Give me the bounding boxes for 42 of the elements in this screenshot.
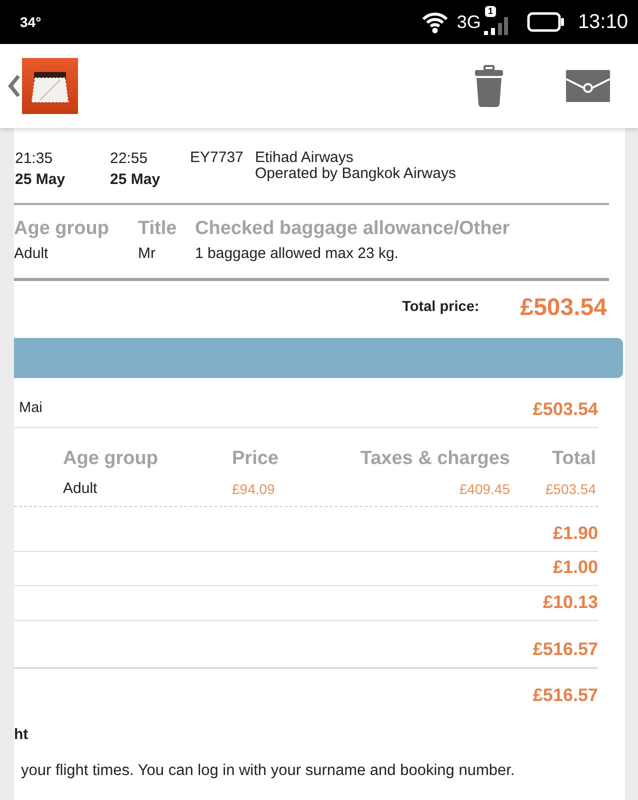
- grand-total-amount: £516.57: [532, 684, 598, 706]
- column-header: Total: [552, 448, 596, 469]
- subtotal-amount: £516.57: [532, 638, 598, 660]
- section-heading: ht: [14, 726, 28, 743]
- table-cell: £409.45: [459, 481, 510, 497]
- clock-time: 13:10: [578, 10, 628, 35]
- column-header: Taxes & charges: [360, 448, 510, 469]
- table-cell: Adult: [63, 480, 98, 497]
- signal-bars-icon: [482, 17, 509, 35]
- arrival-date: 25 May: [110, 170, 160, 190]
- airline-name: Etihad Airways: [255, 150, 354, 166]
- column-header: Title: [138, 218, 177, 239]
- table-cell: 1 baggage allowed max 23 kg.: [195, 245, 398, 262]
- battery-icon: [526, 12, 565, 32]
- info-text: your flight times. You can log in with your surname and booking number.: [21, 762, 515, 779]
- total-price-label: Total price:: [402, 298, 480, 318]
- charge-amount: £1.00: [552, 556, 598, 578]
- passenger-amount: £503.54: [532, 398, 598, 420]
- departure-time: 21:35: [15, 149, 53, 169]
- sim-indicator: 1: [484, 6, 496, 17]
- column-header: Age group: [63, 448, 158, 469]
- operator-name: Operated by Bangkok Airways: [255, 166, 456, 182]
- envelope-icon[interactable]: [566, 70, 610, 102]
- network-type-label: 3G: [456, 13, 481, 31]
- total-price-amount: £503.54: [520, 293, 607, 323]
- table-cell: Adult: [14, 245, 48, 262]
- temperature-reading: 34°: [20, 12, 42, 32]
- trash-icon[interactable]: [474, 65, 504, 107]
- stamp-app-icon[interactable]: [22, 58, 78, 114]
- charge-amount: £10.13: [542, 591, 598, 613]
- flight-number: EY7737: [190, 150, 244, 166]
- column-header: Age group: [14, 218, 109, 239]
- arrival-time: 22:55: [110, 149, 148, 169]
- column-header: Checked baggage allowance/Other: [195, 218, 510, 239]
- back-chevron-icon[interactable]: [8, 75, 20, 97]
- table-cell: £503.54: [545, 481, 596, 497]
- column-header: Price: [232, 448, 278, 469]
- table-cell: Mr: [138, 245, 156, 262]
- table-cell: £94.09: [232, 481, 275, 497]
- passenger-name: Mai: [19, 399, 42, 418]
- departure-date: 25 May: [15, 170, 66, 190]
- charge-amount: £1.90: [552, 522, 598, 544]
